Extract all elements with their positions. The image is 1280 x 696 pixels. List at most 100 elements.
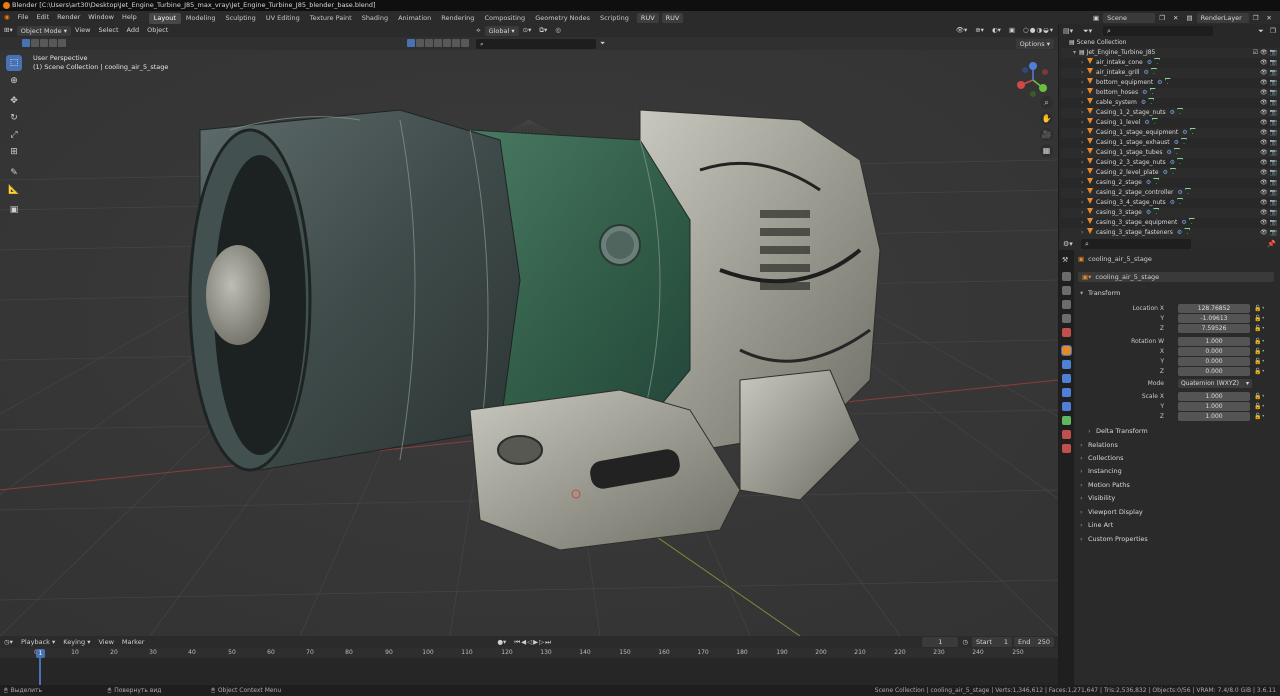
viewport-search-input[interactable]: ⌕ — [476, 38, 596, 49]
menu-render[interactable]: Render — [53, 11, 84, 24]
expand-icon[interactable]: › — [1081, 228, 1087, 238]
modifier-icon[interactable]: ⚙ — [1170, 198, 1175, 208]
rotation-x-field[interactable]: 0.000 — [1178, 347, 1250, 356]
visibility-icons[interactable]: 👁 📷 — [1260, 128, 1277, 138]
modifier-icon[interactable]: ⚙ — [1170, 158, 1175, 168]
rotation-z-field[interactable]: 0.000 — [1178, 367, 1250, 376]
visibility-icon[interactable]: 👁▾ — [952, 24, 972, 37]
mesh-data-icon[interactable] — [1153, 208, 1160, 214]
modifier-icon[interactable]: ⚙ — [1144, 118, 1149, 128]
expand-icon[interactable]: › — [1081, 108, 1087, 118]
transform-orientation-selector[interactable]: Global ▾ — [484, 25, 519, 36]
location-x-field[interactable]: 128.76852 — [1178, 304, 1250, 313]
lock-icon[interactable]: 🔓• — [1254, 392, 1265, 401]
particles-tab-icon[interactable] — [1062, 374, 1071, 383]
expand-icon[interactable]: › — [1081, 68, 1087, 78]
lock-icon[interactable]: 🔓• — [1254, 347, 1265, 356]
workspace-tab-rendering[interactable]: Rendering — [436, 13, 479, 24]
panel-relations[interactable]: › Relations — [1080, 440, 1276, 451]
modifier-icon[interactable]: ⚙ — [1177, 228, 1182, 238]
visibility-icons[interactable]: 👁 📷 — [1260, 58, 1277, 68]
delta-transform-panel[interactable]: › Delta Transform — [1088, 426, 1280, 437]
modifier-icon[interactable]: ⚙ — [1170, 108, 1175, 118]
panel-viewport-display[interactable]: › Viewport Display — [1080, 507, 1276, 518]
menu-help[interactable]: Help — [118, 11, 141, 24]
menu-window[interactable]: Window — [84, 11, 118, 24]
mesh-data-icon[interactable] — [1184, 188, 1191, 194]
view-layer-close-icon[interactable]: ✕ — [1262, 13, 1275, 23]
transform-tool-icon[interactable]: ⊞ — [6, 144, 22, 160]
add-cube-tool-icon[interactable]: ▣ — [6, 202, 22, 218]
panel-visibility[interactable]: › Visibility — [1080, 493, 1276, 504]
object-name-field[interactable]: cooling_air_5_stage — [1095, 273, 1159, 281]
scene-tab-icon[interactable] — [1062, 314, 1071, 323]
mesh-data-icon[interactable] — [1188, 218, 1195, 224]
lock-icon[interactable]: 🔓• — [1254, 357, 1265, 366]
menu-file[interactable]: File — [14, 11, 33, 24]
modifier-icon[interactable]: ⚙ — [1177, 188, 1182, 198]
visibility-icons[interactable]: 👁 📷 — [1260, 88, 1277, 98]
outliner-item[interactable]: › casing_3_stage_fasteners ⚙ 👁 📷 — [1061, 228, 1280, 238]
render-tab-icon[interactable] — [1062, 272, 1071, 281]
workspace-tab-uv-editing[interactable]: UV Editing — [261, 13, 305, 24]
workspace-tab-geometry-nodes[interactable]: Geometry Nodes — [530, 13, 595, 24]
scene-copy-icon[interactable]: ❐ — [1155, 13, 1169, 23]
filter-empty-icon[interactable] — [443, 38, 451, 47]
constraints-tab-icon[interactable] — [1062, 402, 1071, 411]
expand-icon[interactable]: › — [1081, 118, 1087, 128]
pan-hand-icon[interactable]: ✋ — [1040, 112, 1053, 125]
expand-icon[interactable]: › — [1081, 208, 1087, 218]
texture-tab-icon[interactable] — [1062, 444, 1071, 453]
select-extend-icon[interactable] — [31, 38, 39, 47]
shading-modes-icon[interactable]: ○●◑◒▾ — [1019, 24, 1058, 37]
tool-tab-icon[interactable]: ⚒ — [1062, 256, 1071, 265]
annotate-tool-icon[interactable]: ✎ — [6, 165, 22, 181]
modifier-icon[interactable]: ⚙ — [1174, 138, 1179, 148]
object-tab-icon[interactable] — [1061, 345, 1072, 356]
expand-icon[interactable]: › — [1081, 138, 1087, 148]
ruv-button-2[interactable]: RUV — [661, 12, 684, 23]
mesh-data-icon[interactable] — [1150, 68, 1157, 74]
outliner-funnel-icon[interactable]: ⏷ — [1258, 27, 1264, 36]
expand-icon[interactable]: › — [1081, 168, 1087, 178]
lock-icon[interactable]: 🔓• — [1254, 337, 1265, 346]
filter-other-icon[interactable] — [452, 38, 460, 47]
visibility-icons[interactable]: 👁 📷 — [1260, 168, 1277, 178]
outliner-new-collection-icon[interactable]: ❐ — [1270, 27, 1276, 35]
outliner-item[interactable]: › Casing_2_3_stage_nuts ⚙ 👁 📷 — [1061, 158, 1280, 168]
expand-icon[interactable]: › — [1081, 78, 1087, 88]
panel-collections[interactable]: › Collections — [1080, 453, 1276, 464]
mesh-data-icon[interactable] — [1173, 148, 1180, 154]
outliner-item[interactable]: › Casing_1_2_stage_nuts ⚙ 👁 📷 — [1061, 108, 1280, 118]
filter-extra-icon[interactable] — [461, 38, 469, 47]
lock-icon[interactable]: 🔓• — [1254, 304, 1265, 313]
panel-custom-properties[interactable]: › Custom Properties — [1080, 534, 1276, 545]
expand-icon[interactable]: › — [1081, 128, 1087, 138]
world-tab-icon[interactable] — [1062, 328, 1071, 337]
modifier-icon[interactable]: ⚙ — [1163, 168, 1168, 178]
filter-light-icon[interactable] — [425, 38, 433, 47]
gizmo-toggle-icon[interactable]: ⊕▾ — [971, 24, 988, 37]
expand-icon[interactable]: › — [1081, 158, 1087, 168]
mesh-data-icon[interactable] — [1181, 138, 1188, 144]
select-mode-icons[interactable] — [22, 38, 67, 49]
modifier-icon[interactable]: ⚙ — [1147, 58, 1152, 68]
expand-icon[interactable]: › — [1081, 178, 1087, 188]
lock-icon[interactable]: 🔓• — [1254, 402, 1265, 411]
modifier-icon[interactable]: ⚙ — [1144, 68, 1149, 78]
menu-object[interactable]: Object — [143, 24, 172, 37]
outliner-editor-icon[interactable]: ▤▾ — [1063, 27, 1083, 35]
mesh-data-icon[interactable] — [1177, 198, 1184, 204]
current-frame-field[interactable]: 1 — [922, 637, 959, 647]
visibility-icons[interactable]: 👁 📷 — [1260, 148, 1277, 158]
lock-icon[interactable]: 🔓• — [1254, 314, 1265, 323]
mesh-data-icon[interactable] — [1164, 78, 1171, 84]
select-new-icon[interactable] — [22, 38, 30, 47]
snap-icon[interactable]: ⧉▾ — [535, 24, 551, 37]
cursor-tool-icon[interactable]: ⊕ — [6, 73, 22, 89]
rotation-y-field[interactable]: 0.000 — [1178, 357, 1250, 366]
outliner-item[interactable]: › air_intake_cone ⚙ 👁 📷 — [1061, 58, 1280, 68]
mesh-data-icon[interactable] — [1169, 168, 1176, 174]
editor-type-icon[interactable]: ⊞▾ — [0, 24, 17, 37]
workspace-tab-sculpting[interactable]: Sculpting — [220, 13, 260, 24]
